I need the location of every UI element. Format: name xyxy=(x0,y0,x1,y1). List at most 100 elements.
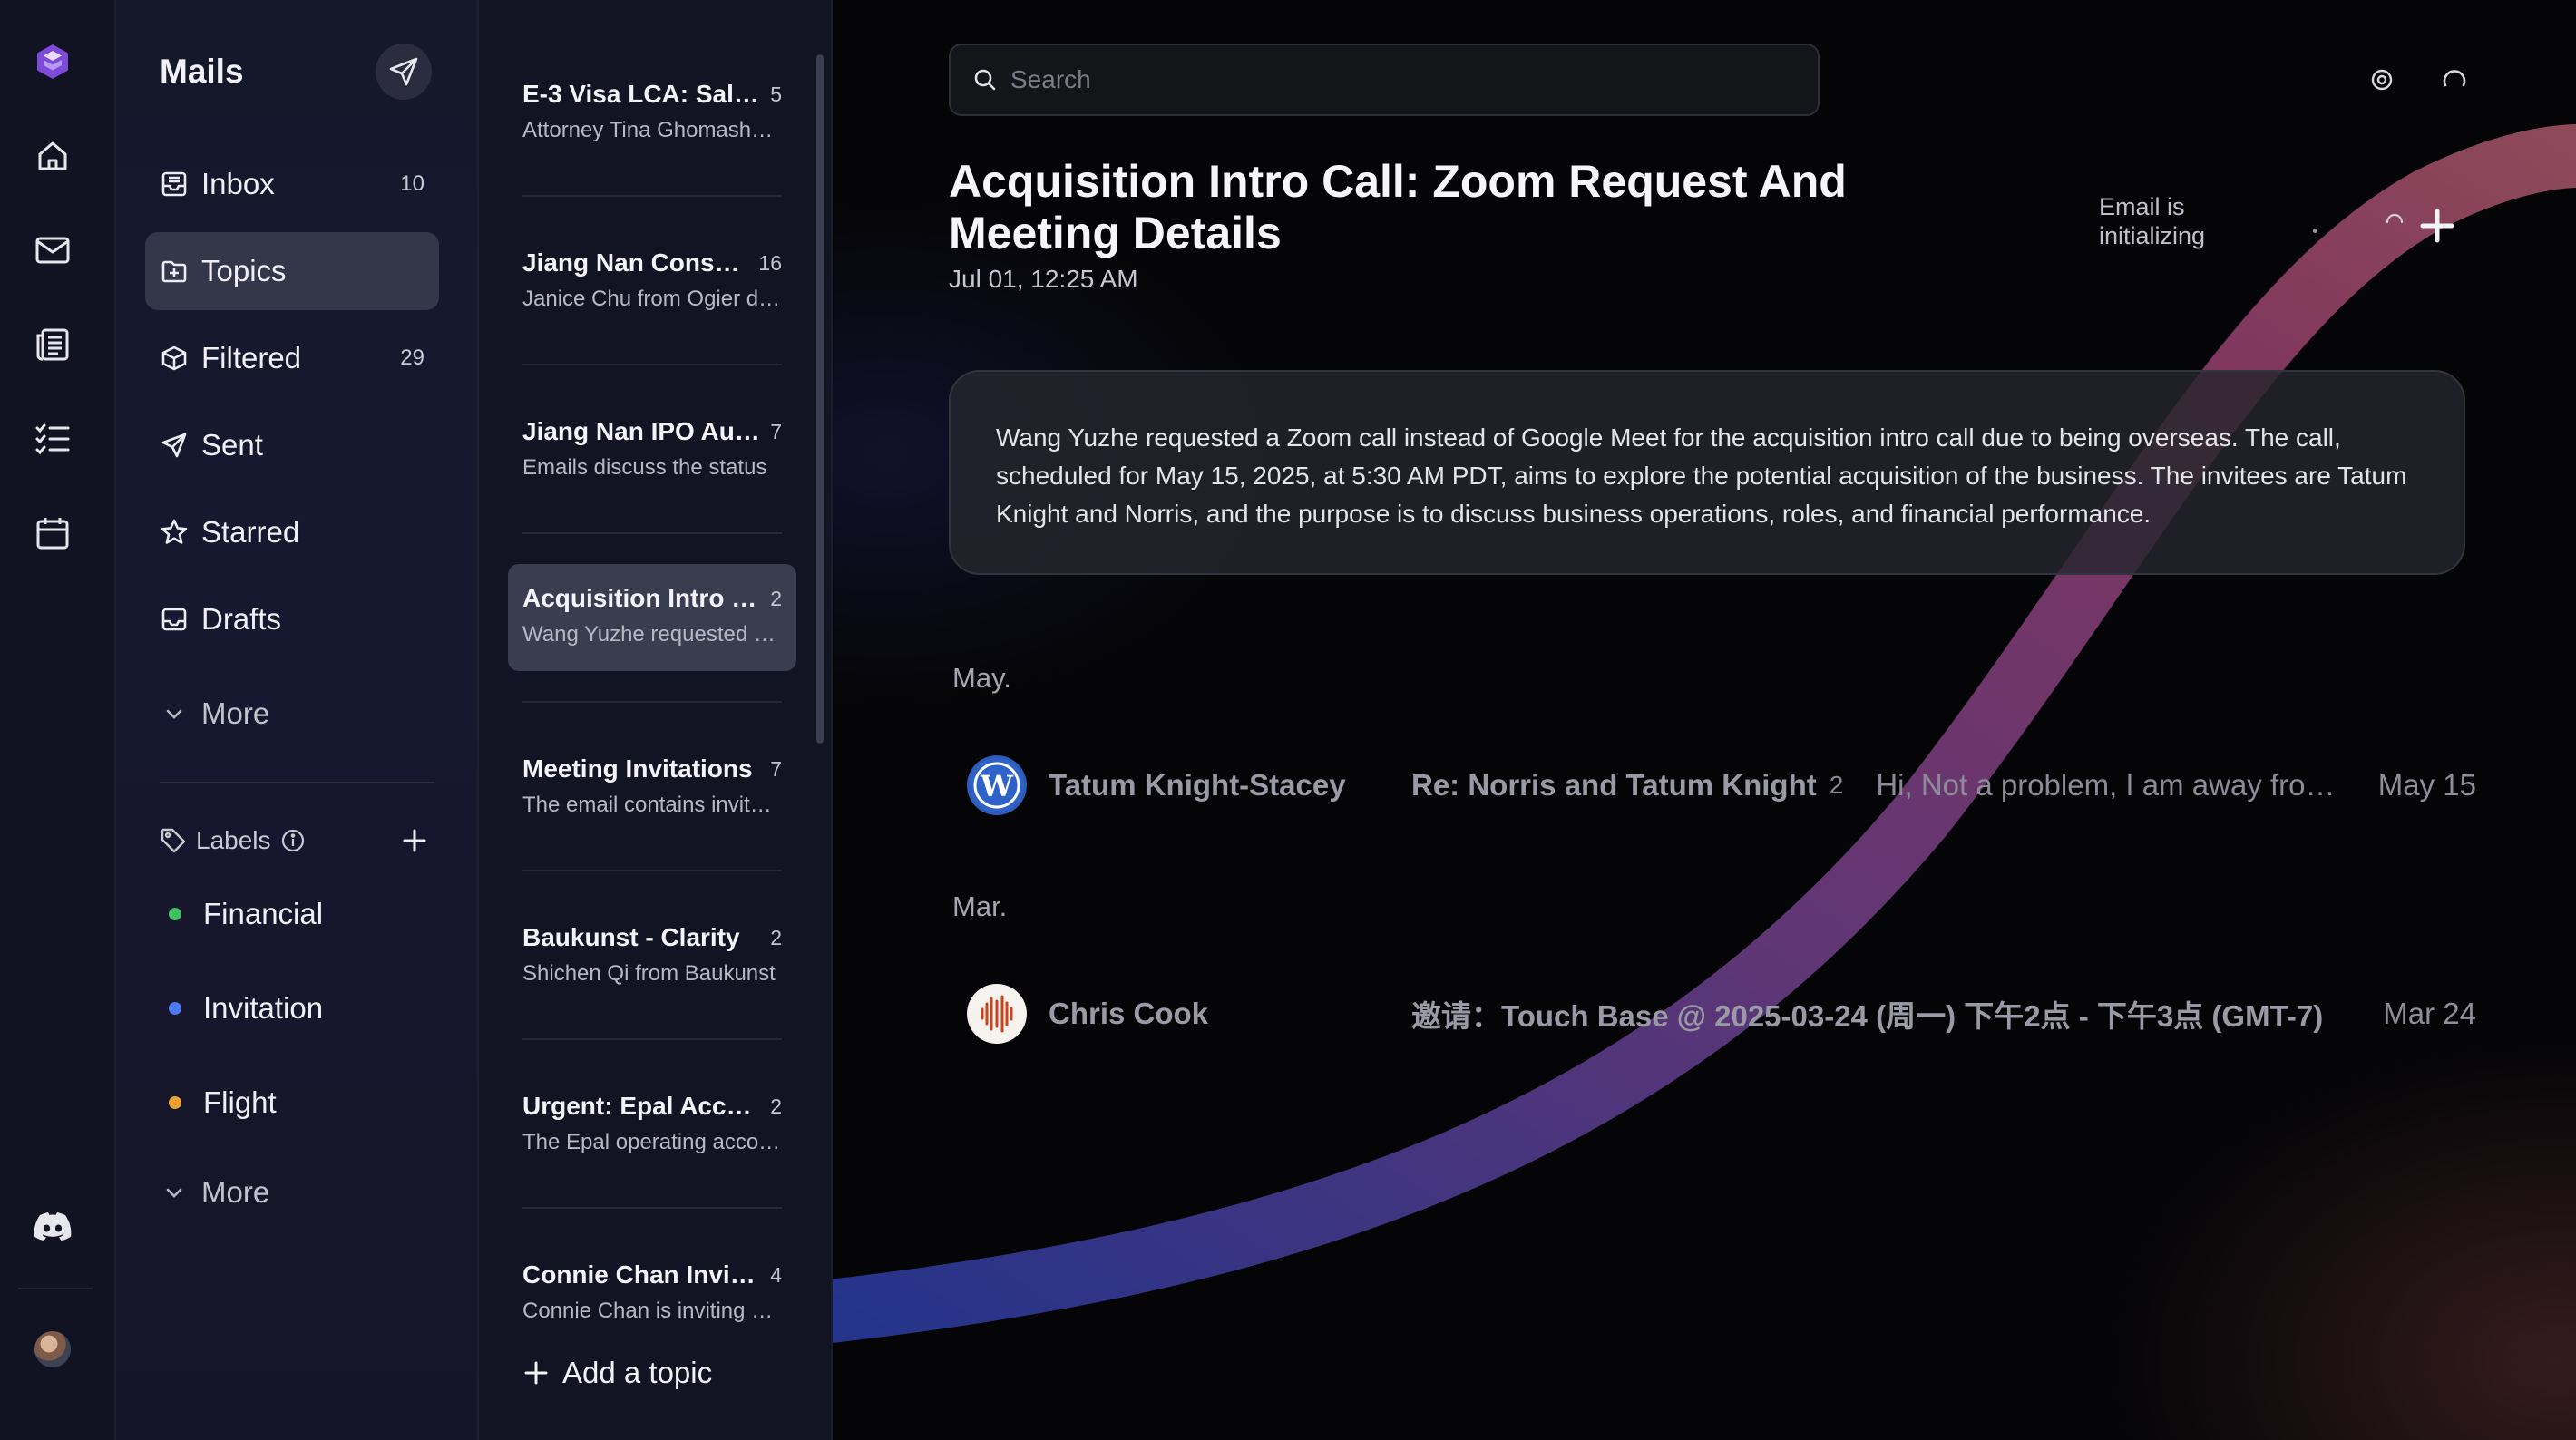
newspaper-icon[interactable] xyxy=(31,323,74,366)
app-logo-icon[interactable] xyxy=(31,40,74,83)
thread-sender: Tatum Knight-Stacey xyxy=(1049,768,1346,802)
label-financial[interactable]: Financial xyxy=(163,887,323,941)
topic-count: 7 xyxy=(770,419,782,443)
nav-label: Topics xyxy=(201,254,287,287)
add-label-button[interactable] xyxy=(395,822,434,860)
nav-drafts[interactable]: Drafts xyxy=(145,580,439,658)
topic-preview: The Epal operating account xyxy=(522,1130,782,1154)
search-bar[interactable] xyxy=(949,44,1820,116)
topic-divider xyxy=(522,195,782,197)
send-icon xyxy=(389,57,418,86)
nav-more-label: More xyxy=(201,696,270,730)
topic-count: 4 xyxy=(770,1262,782,1287)
topic-item[interactable]: E-3 Visa LCA: Salary Discussion 5 Attorne… xyxy=(508,60,796,167)
topic-preview: Janice Chu from Ogier discussed xyxy=(522,287,782,311)
label-color-dot xyxy=(169,908,181,920)
settings-icon[interactable] xyxy=(2364,62,2400,98)
thread-row[interactable]: W Tatum Knight-Stacey Re: Norris and Tat… xyxy=(967,749,2476,822)
group-label-mar: Mar. xyxy=(952,890,1008,922)
topic-preview: Attorney Tina Ghomashchi discussed xyxy=(522,118,782,142)
topic-divider xyxy=(522,701,782,703)
thread-date: May 15 xyxy=(2377,768,2476,802)
topic-count: 5 xyxy=(770,82,782,106)
topic-title: Meeting Invitations xyxy=(522,754,753,783)
thread-subject: Re: Norris and Tatum Knight xyxy=(1411,768,1817,802)
topic-preview: Wang Yuzhe requested a Zoom call xyxy=(522,622,782,647)
nav-label: Inbox xyxy=(201,167,275,200)
plus-icon xyxy=(522,1359,550,1386)
topic-preview: Shichen Qi from Baukunst xyxy=(522,961,776,986)
label-flight[interactable]: Flight xyxy=(163,1075,277,1130)
thread-row[interactable]: Chris Cook 邀请：Touch Base @ 2025-03-24 (周… xyxy=(967,978,2476,1050)
plus-icon xyxy=(403,829,426,852)
nav-sent[interactable]: Sent xyxy=(145,406,439,484)
topic-item[interactable]: Jiang Nan IPO Audit 7 Emails discuss the … xyxy=(508,397,796,504)
ai-summary-card: Wang Yuzhe requested a Zoom call instead… xyxy=(949,370,2465,575)
label-invitation[interactable]: Invitation xyxy=(163,981,323,1036)
topics-list: E-3 Visa LCA: Salary Discussion 5 Attorne… xyxy=(479,0,833,1440)
summary-text: Wang Yuzhe requested a Zoom call instead… xyxy=(996,423,2407,528)
tag-icon xyxy=(160,827,187,854)
info-icon[interactable] xyxy=(280,828,306,853)
topic-title: Baukunst - Clarity xyxy=(522,923,740,951)
initializing-status: Email is initializing xyxy=(2099,193,2206,249)
nav-label: Drafts xyxy=(201,602,282,636)
topic-item[interactable]: Baukunst - Clarity 2 Shichen Qi from Bauk… xyxy=(508,903,796,1010)
topic-item-selected[interactable]: Acquisition Intro Call 2 Wang Yuzhe reque… xyxy=(508,564,796,671)
checklist-icon[interactable] xyxy=(31,417,74,461)
nav-more-toggle[interactable]: More xyxy=(145,675,439,753)
thread-subject: 邀请：Touch Base @ 2025-03-24 (周一) 下午2点 - 下… xyxy=(1411,999,2324,1033)
discord-icon[interactable] xyxy=(31,1204,74,1248)
add-topic-label: Add a topic xyxy=(562,1356,713,1389)
nav-label: Sent xyxy=(201,428,263,462)
inbox-icon xyxy=(160,170,189,199)
topic-divider xyxy=(522,364,782,365)
topic-item[interactable]: Meeting Invitations 7 The email contains … xyxy=(508,735,796,842)
topic-preview: Emails discuss the status xyxy=(522,455,767,480)
topic-title: E-3 Visa LCA: Salary Discussion xyxy=(522,80,761,108)
topic-divider xyxy=(522,870,782,871)
add-button[interactable] xyxy=(2418,207,2464,252)
nav-count: 29 xyxy=(400,345,424,370)
labels-more-toggle[interactable]: More xyxy=(145,1153,439,1231)
svg-text:W: W xyxy=(980,769,1014,803)
refresh-icon[interactable] xyxy=(2436,62,2473,98)
cube-icon xyxy=(160,344,189,373)
chevron-down-icon xyxy=(160,699,189,728)
topic-item[interactable]: Urgent: Epal Account 2 The Epal operating… xyxy=(508,1072,796,1179)
topics-scrollbar[interactable] xyxy=(816,54,824,744)
email-title: Acquisition Intro Call: Zoom Request And… xyxy=(949,156,1847,258)
user-avatar[interactable] xyxy=(34,1331,71,1367)
mail-icon[interactable] xyxy=(31,229,74,272)
topic-divider xyxy=(522,1207,782,1209)
thread-preview: Hi, Not a problem, I am away from the of… xyxy=(1876,768,2341,802)
topic-count: 2 xyxy=(770,1094,782,1118)
topic-preview: Connie Chan is inviting you xyxy=(522,1299,782,1323)
folder-icon xyxy=(160,257,189,286)
home-icon[interactable] xyxy=(31,134,74,178)
nav-count: 10 xyxy=(400,171,424,196)
star-icon xyxy=(160,518,189,547)
topic-item[interactable]: Jiang Nan Consulting 16 Janice Chu from O… xyxy=(508,229,796,336)
nav-label: Filtered xyxy=(201,341,302,375)
nav-inbox[interactable]: Inbox 10 xyxy=(145,145,439,223)
nav-topics[interactable]: Topics xyxy=(145,232,439,310)
nav-filtered[interactable]: Filtered 29 xyxy=(145,319,439,397)
rail-divider xyxy=(18,1288,93,1289)
sidebar-divider xyxy=(160,782,434,783)
add-topic-button[interactable]: Add a topic xyxy=(522,1349,712,1396)
soundwave-icon xyxy=(967,984,1027,1044)
nav-starred[interactable]: Starred xyxy=(145,493,439,571)
group-label-may: May. xyxy=(952,662,1011,694)
calendar-icon[interactable] xyxy=(31,511,74,555)
compose-button[interactable] xyxy=(376,44,432,100)
labels-header-text: Labels xyxy=(196,826,271,854)
topic-title: Jiang Nan IPO Audit xyxy=(522,417,762,445)
topic-title: Connie Chan Invitation xyxy=(522,1260,761,1289)
topic-item[interactable]: Connie Chan Invitation 4 Connie Chan is i… xyxy=(508,1241,796,1348)
search-icon xyxy=(974,69,996,91)
search-input[interactable] xyxy=(1010,65,1791,94)
topic-title: Urgent: Epal Account xyxy=(522,1092,762,1120)
mail-sidebar: Mails Inbox 10 Topics Filtered 29 Sent S… xyxy=(116,0,479,1440)
chevron-down-icon xyxy=(160,1178,189,1207)
